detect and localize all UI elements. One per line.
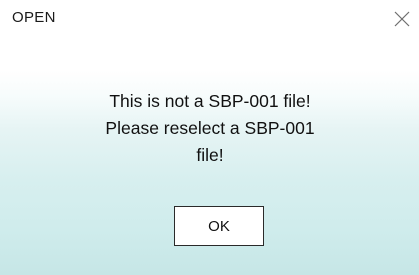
message-line-3: file! [196,145,224,165]
message-line-2: Please reselect a SBP-001 [105,118,315,138]
dialog-title: OPEN [12,9,56,26]
close-icon [394,11,410,27]
ok-button[interactable]: OK [174,206,264,246]
title-bar: OPEN [0,0,419,40]
dialog-window: OPEN This is not a SBP-001 file! Please … [0,0,419,275]
error-message: This is not a SBP-001 file! Please resel… [40,88,380,169]
message-line-1: This is not a SBP-001 file! [109,91,311,111]
close-button[interactable] [387,6,415,32]
